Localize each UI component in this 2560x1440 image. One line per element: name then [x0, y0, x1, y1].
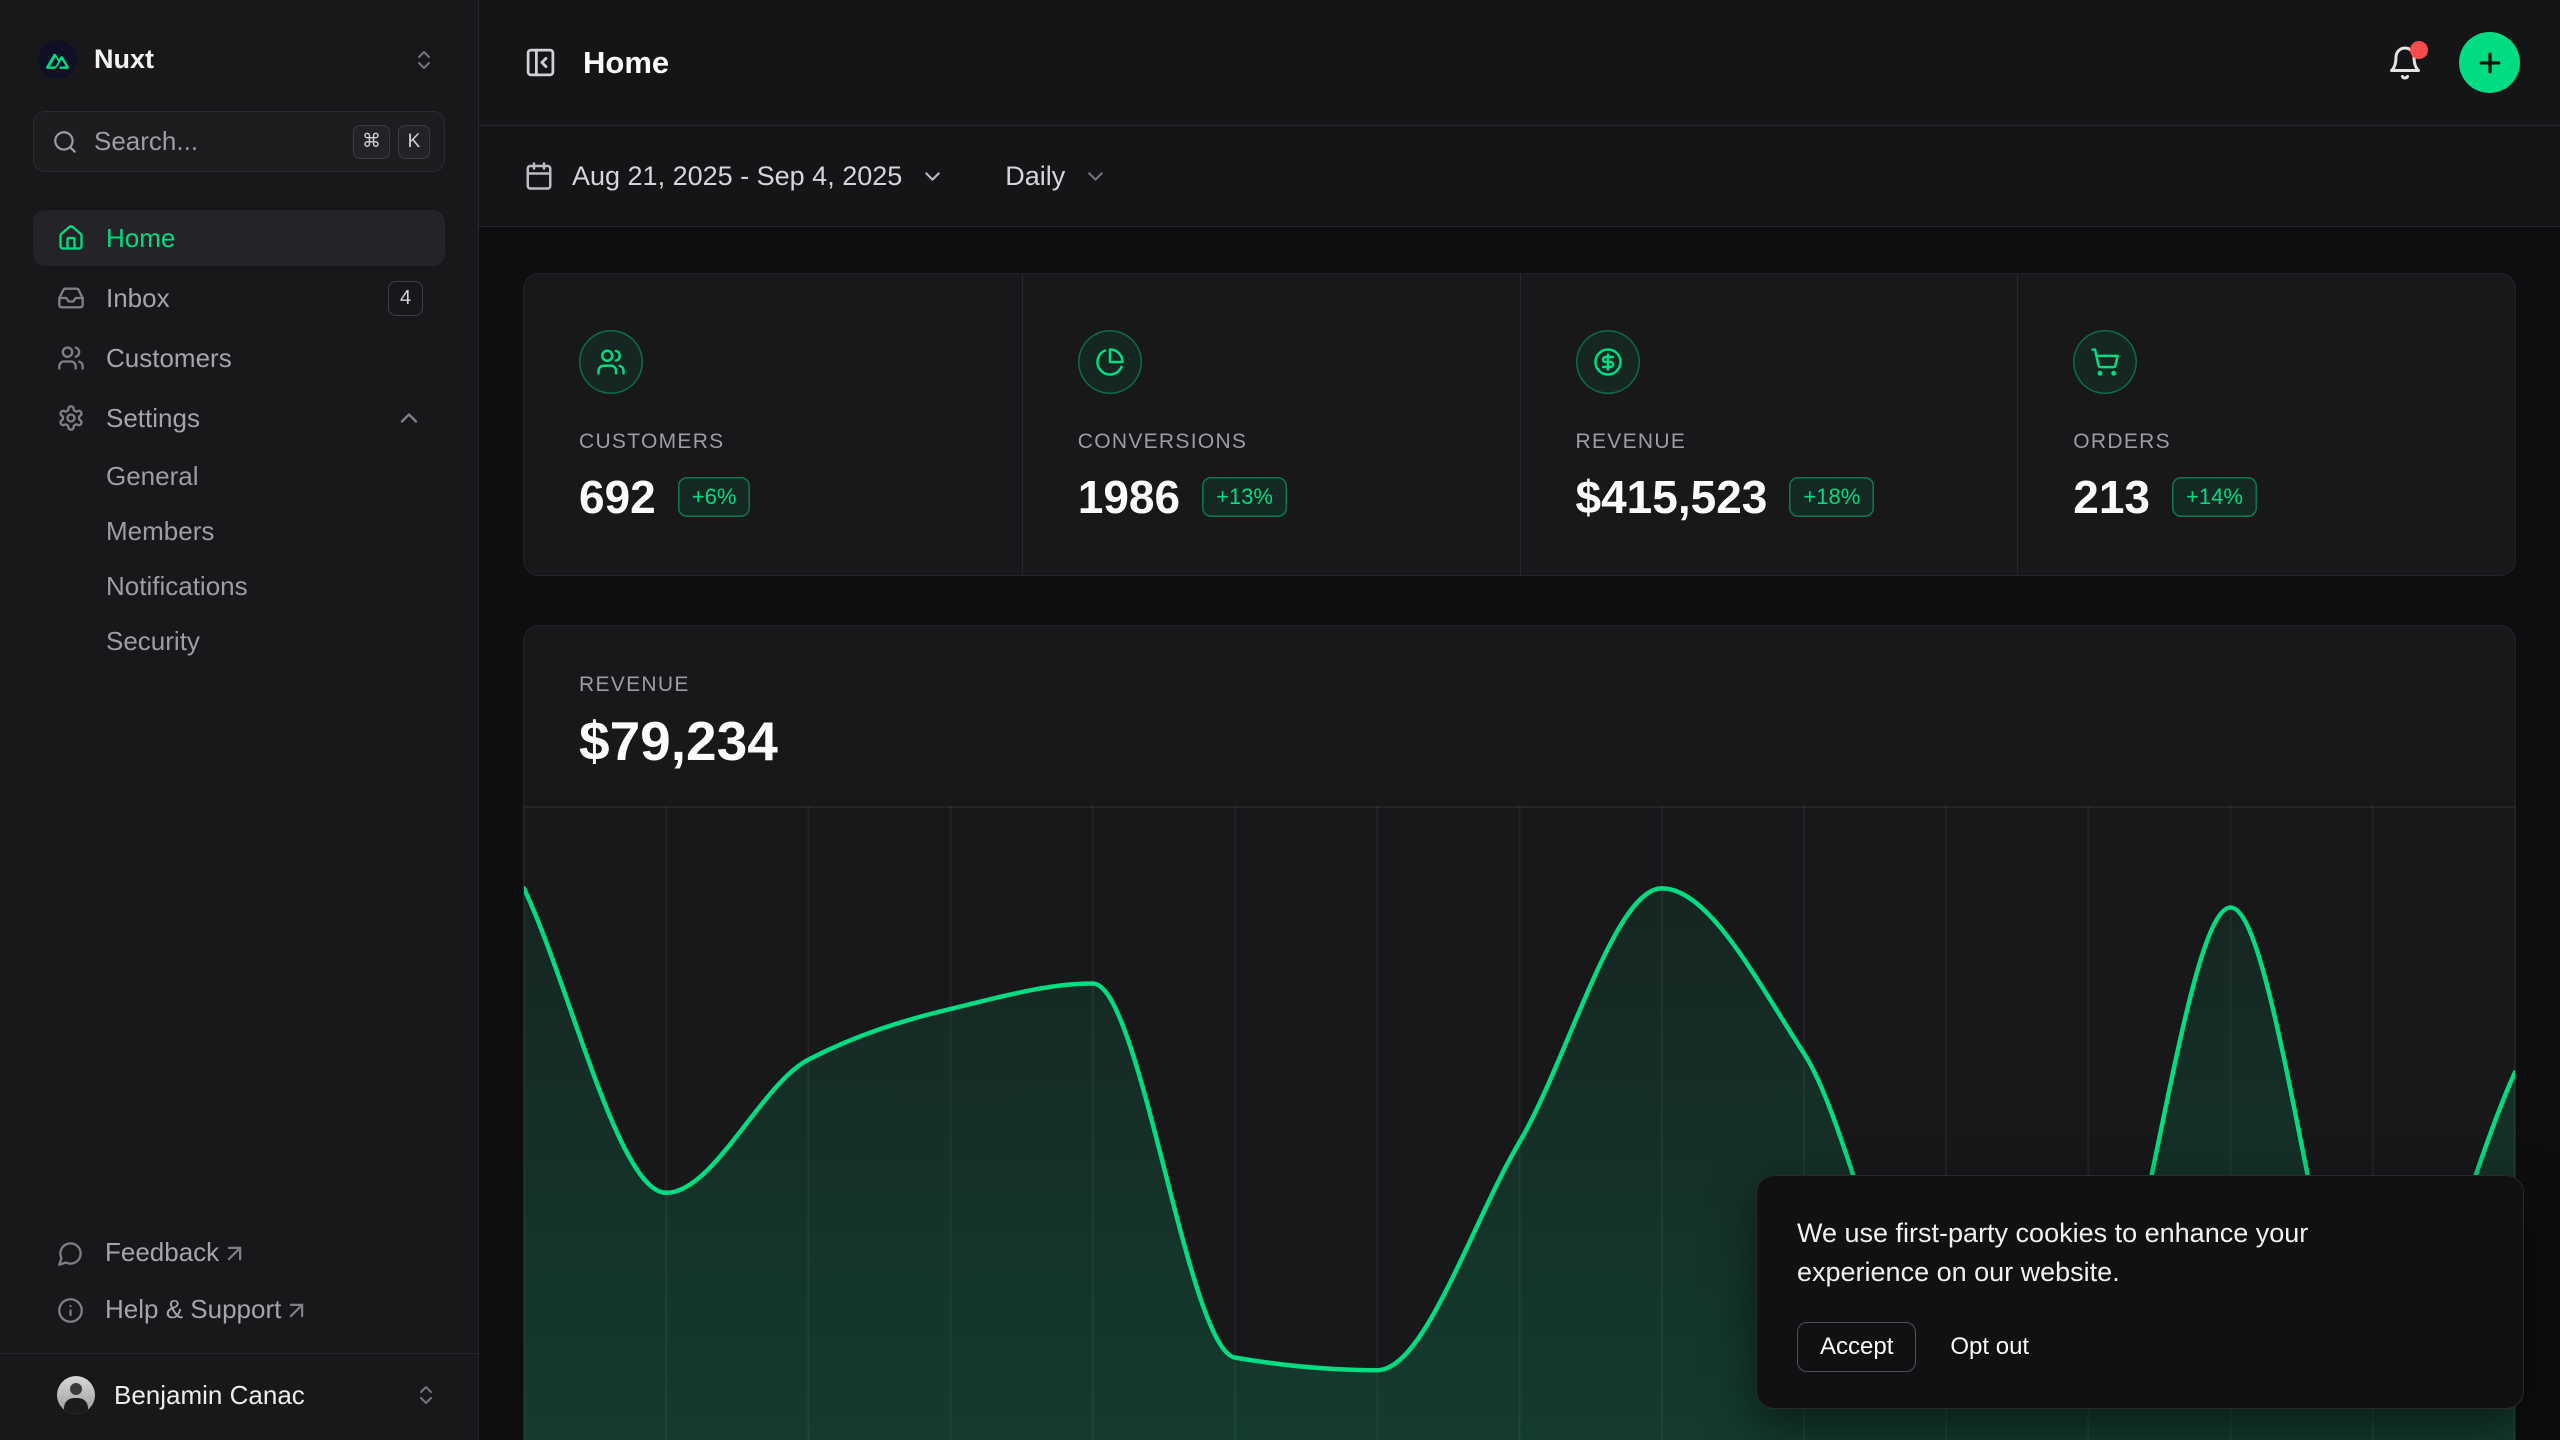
user-menu[interactable]: Benjamin Canac — [0, 1353, 478, 1440]
stat-card-customers[interactable]: CUSTOMERS 692 +6% — [524, 274, 1022, 575]
workspace-switcher[interactable]: Nuxt — [33, 0, 445, 105]
sidebar-spacer — [33, 668, 445, 1227]
brand-name: Nuxt — [94, 44, 391, 75]
inbox-count-badge: 4 — [388, 281, 423, 316]
stat-delta-badge: +18% — [1789, 477, 1874, 517]
app-root: Nuxt Search... ⌘ K Home Inbox 4 — [0, 0, 2560, 1440]
sidebar-item-settings[interactable]: Settings — [33, 390, 445, 446]
revenue-chart-label: REVENUE — [579, 673, 2515, 697]
plus-icon — [2475, 48, 2505, 78]
chat-bubble-icon — [57, 1240, 84, 1267]
kbd-cmd: ⌘ — [353, 125, 390, 159]
notifications-button[interactable] — [2387, 45, 2423, 81]
avatar — [57, 1376, 95, 1414]
dollar-circle-icon — [1576, 330, 1640, 394]
sidebar-item-inbox[interactable]: Inbox 4 — [33, 270, 445, 326]
stats-cards: CUSTOMERS 692 +6% CONVERSIONS 1986 +13% — [523, 273, 2516, 576]
filters-toolbar: Aug 21, 2025 - Sep 4, 2025 Daily — [479, 126, 2560, 227]
sidebar-item-notifications[interactable]: Notifications — [33, 560, 445, 613]
cookie-message: We use first-party cookies to enhance yo… — [1797, 1214, 2417, 1292]
feedback-link[interactable]: Feedback — [33, 1227, 445, 1278]
sidebar: Nuxt Search... ⌘ K Home Inbox 4 — [0, 0, 479, 1440]
sidebar-footer-links: Feedback Help & Support — [33, 1227, 445, 1353]
chevron-down-icon — [920, 164, 945, 189]
stat-label: ORDERS — [2073, 430, 2515, 454]
add-button[interactable] — [2459, 32, 2520, 93]
stat-label: CONVERSIONS — [1078, 430, 1520, 454]
settings-submenu: General Members Notifications Security — [33, 450, 445, 668]
cookie-banner: We use first-party cookies to enhance yo… — [1756, 1175, 2524, 1409]
sidebar-item-home[interactable]: Home — [33, 210, 445, 266]
collapse-sidebar-button[interactable] — [524, 46, 557, 79]
topbar: Home — [479, 0, 2560, 126]
kbd-k: K — [398, 125, 430, 159]
sidebar-item-security[interactable]: Security — [33, 615, 445, 668]
sidebar-item-label: Customers — [106, 343, 423, 374]
stat-value: 692 — [579, 470, 656, 524]
stat-delta-badge: +13% — [1202, 477, 1287, 517]
stat-value: 213 — [2073, 470, 2150, 524]
chevron-up-icon — [395, 404, 423, 432]
stat-label: CUSTOMERS — [579, 430, 1022, 454]
chevrons-up-down-icon — [414, 1383, 438, 1407]
inbox-icon — [57, 284, 85, 312]
optout-cookies-button[interactable]: Opt out — [1946, 1323, 2033, 1371]
sidebar-item-members[interactable]: Members — [33, 505, 445, 558]
stat-label: REVENUE — [1576, 430, 2018, 454]
nuxt-logo-icon — [38, 40, 77, 79]
help-support-label: Help & Support — [105, 1294, 281, 1325]
sidebar-item-label: Settings — [106, 403, 374, 434]
interval-value: Daily — [1005, 161, 1065, 192]
calendar-icon — [524, 161, 554, 191]
revenue-chart-value: $79,234 — [579, 709, 2515, 773]
stat-value: $415,523 — [1576, 470, 1768, 524]
accept-cookies-button[interactable]: Accept — [1797, 1322, 1916, 1372]
sidebar-item-general[interactable]: General — [33, 450, 445, 503]
external-link-icon — [221, 1240, 248, 1267]
home-icon — [57, 224, 85, 252]
interval-select[interactable]: Daily — [1005, 161, 1108, 192]
date-range-picker[interactable]: Aug 21, 2025 - Sep 4, 2025 — [524, 161, 945, 192]
search-shortcut: ⌘ K — [353, 125, 430, 159]
search-placeholder: Search... — [94, 126, 337, 157]
stat-delta-badge: +6% — [678, 477, 751, 517]
stat-card-orders[interactable]: ORDERS 213 +14% — [2017, 274, 2515, 575]
sidebar-item-label: Home — [106, 223, 423, 254]
stat-delta-badge: +14% — [2172, 477, 2257, 517]
panel-left-close-icon — [524, 46, 557, 79]
help-support-link[interactable]: Help & Support — [33, 1284, 445, 1335]
users-icon — [579, 330, 643, 394]
info-circle-icon — [57, 1297, 84, 1324]
workspace-chevrons-icon[interactable] — [408, 44, 440, 76]
stat-value: 1986 — [1078, 470, 1180, 524]
page-title: Home — [583, 45, 2361, 81]
date-range-value: Aug 21, 2025 - Sep 4, 2025 — [572, 161, 902, 192]
user-name: Benjamin Canac — [114, 1380, 395, 1411]
unread-dot — [2410, 41, 2428, 59]
users-icon — [57, 344, 85, 372]
sidebar-item-label: Inbox — [106, 283, 367, 314]
topbar-actions — [2387, 32, 2520, 93]
pie-chart-icon — [1078, 330, 1142, 394]
stat-card-revenue[interactable]: REVENUE $415,523 +18% — [1520, 274, 2018, 575]
sidebar-nav: Home Inbox 4 Customers Settings General … — [33, 210, 445, 668]
external-link-icon — [283, 1297, 310, 1324]
search-input[interactable]: Search... ⌘ K — [33, 111, 445, 172]
cart-icon — [2073, 330, 2137, 394]
stat-card-conversions[interactable]: CONVERSIONS 1986 +13% — [1022, 274, 1520, 575]
feedback-label: Feedback — [105, 1237, 219, 1268]
sidebar-item-customers[interactable]: Customers — [33, 330, 445, 386]
search-icon — [52, 129, 78, 155]
chevron-down-icon — [1083, 164, 1108, 189]
gear-icon — [57, 404, 85, 432]
